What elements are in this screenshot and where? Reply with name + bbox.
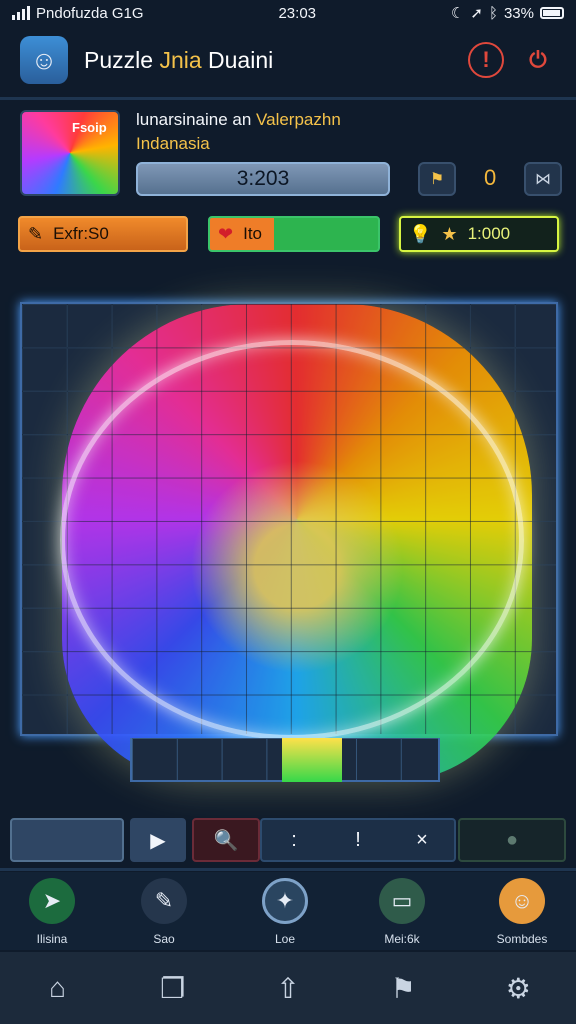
play-icon: ▶ [150, 829, 166, 852]
chat-icon: ● [505, 828, 519, 851]
hint-flag-button[interactable]: ⚑ [418, 162, 456, 196]
chat-button[interactable]: ● [458, 818, 566, 862]
page-title: Puzzle Jnia Duaini [84, 47, 452, 74]
status-bar: Pndofuzda G1G 23:03 ☾ ➚ ᛒ 33% [0, 0, 576, 26]
moon-icon: ☾ [450, 5, 465, 22]
heart-icon: ❤ [218, 223, 234, 244]
puzzle-board-bottom[interactable] [130, 738, 440, 782]
tab-ilisina[interactable]: ➤ Ilisina [4, 878, 100, 946]
search-icon: 🔍 [213, 829, 239, 852]
battery-icon [539, 7, 564, 19]
dots-button[interactable]: : [262, 829, 326, 852]
recent-apps-icon[interactable]: ❐ [151, 966, 195, 1010]
glow-piece [282, 738, 342, 782]
settings-icon[interactable]: ⚙ [496, 966, 540, 1010]
puzzle-name: Indanasia [136, 134, 210, 153]
title-main: Puzzle [84, 46, 154, 73]
carrier-name: Pndofuzda G1G [36, 4, 144, 22]
puzzle-board[interactable] [20, 302, 558, 782]
title-end: Duaini [208, 46, 274, 73]
play-button[interactable]: ▶ [130, 818, 186, 862]
title-accent: Jnia [159, 46, 202, 73]
tab-bar: ➤ Ilisina ✎ Sao ✦ Loe ▭ Mei:6k ☺ Sombdes [0, 872, 576, 950]
search-button[interactable]: 🔍 [192, 818, 260, 862]
tab-label: Sombdes [496, 932, 548, 946]
home-icon[interactable]: ⌂ [36, 966, 80, 1010]
status-left: Pndofuzda G1G [12, 5, 144, 22]
puzzle-thumbnail[interactable]: Fsoip [20, 110, 120, 196]
alert-icon[interactable]: ! [468, 42, 504, 78]
piece-tray-button[interactable] [10, 818, 124, 862]
tab-meik[interactable]: ▭ Mei:6k [354, 878, 450, 946]
upload-icon[interactable]: ⇧ [266, 966, 310, 1010]
tab-loe[interactable]: ✦ Loe [237, 878, 333, 946]
timer-display: 3:203 [136, 162, 390, 196]
tab-sao[interactable]: ✎ Sao [116, 878, 212, 946]
subtitle-main: lunarsinaine an [136, 110, 252, 129]
tool-group: : ! × [260, 818, 456, 862]
lives-button[interactable]: ❤ Ito [208, 216, 380, 252]
share-icon: ➤ [29, 878, 75, 924]
avatar-icon[interactable]: ☺ [20, 36, 68, 84]
score-button[interactable]: 💡 ★ 1:000 [399, 216, 559, 252]
score-label: 1:000 [467, 224, 511, 243]
tab-label: Sao [153, 932, 175, 946]
info-button[interactable]: ! [326, 829, 390, 852]
puzzle-subtitle: lunarsinaine an Valerpazhn [136, 110, 341, 130]
header-divider [0, 97, 576, 100]
signal-icon [12, 6, 30, 20]
tab-label: Ilisina [36, 932, 68, 946]
edit-button[interactable]: ✎ Exfr:S0 [18, 216, 188, 252]
bottom-divider [0, 868, 576, 871]
pin-icon: ✎ [141, 878, 187, 924]
puzzle-icon: ✦ [262, 878, 308, 924]
battery-percent: 33% [503, 4, 534, 22]
status-right: ☾ ➚ ᛒ 33% [451, 4, 564, 22]
bluetooth-icon: ᛒ [488, 4, 498, 22]
status-time: 23:03 [278, 4, 317, 22]
glow-ring [60, 340, 524, 740]
bulb-icon: 💡 [409, 223, 432, 244]
nav-bar: ⌂ ❐ ⇧ ⚑ ⚙ [0, 952, 576, 1024]
star-icon: ★ [441, 223, 458, 244]
lives-label: Ito [243, 224, 262, 243]
close-button[interactable]: × [390, 829, 454, 852]
toolbar: ▶ 🔍 : ! × ● [10, 818, 566, 862]
app-header: ☺ Puzzle Jnia Duaini ! ⏻ [0, 28, 576, 92]
thumb-label: Fsoip [72, 120, 107, 135]
tab-label: Loe [274, 932, 296, 946]
tab-sombdes[interactable]: ☺ Sombdes [474, 878, 570, 946]
tab-label: Mei:6k [384, 932, 420, 946]
pencil-icon: ✎ [28, 223, 44, 244]
exit-icon[interactable]: ⏻ [520, 42, 556, 78]
character-icon: ☺ [499, 878, 545, 924]
skip-icon[interactable]: ⋈ [524, 162, 562, 196]
moves-count: 0 [484, 165, 497, 190]
subtitle-accent: Valerpazhn [256, 110, 341, 129]
bookmark-icon[interactable]: ⚑ [381, 966, 425, 1010]
monitor-icon: ▭ [379, 878, 425, 924]
location-arrow-icon: ➚ [470, 5, 483, 22]
edit-label: Exfr:S0 [53, 224, 109, 243]
